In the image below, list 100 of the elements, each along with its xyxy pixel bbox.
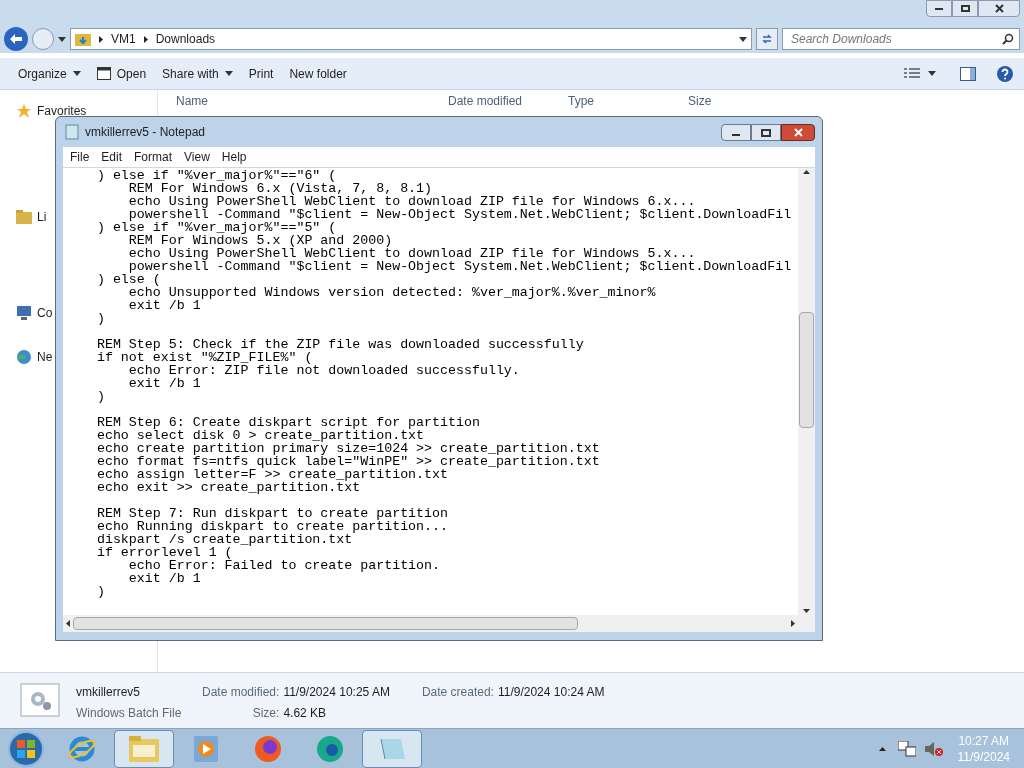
code-line: ) else if "%ver_major%"=="6" ( xyxy=(95,169,337,182)
sidebar-item[interactable]: Favorites xyxy=(37,102,87,120)
code-line: REM For Windows 5.x (XP and 2000) xyxy=(127,234,394,247)
code-line: echo create partition primary size=1024 >> create_partition.txt xyxy=(95,442,601,455)
field-value: 11/9/2024 10:25 AM xyxy=(283,684,390,701)
search-icon xyxy=(1002,33,1014,45)
close-icon xyxy=(793,128,803,137)
start-button[interactable] xyxy=(8,730,44,767)
muted-speaker-icon[interactable] xyxy=(923,740,944,757)
minimize-button[interactable] xyxy=(926,0,952,17)
star-icon xyxy=(16,103,32,119)
field-label: Date modified: xyxy=(202,684,280,701)
code-line: exit /b 1 xyxy=(127,377,202,390)
play-icon xyxy=(193,734,219,763)
code-line: echo Running diskpart to create partition... xyxy=(95,520,449,533)
chevron-icon xyxy=(99,35,103,43)
back-button[interactable] xyxy=(4,27,28,51)
toolbar-button[interactable]: New folder xyxy=(281,61,355,86)
arrow-right-icon[interactable] xyxy=(791,620,795,627)
code-line: powershell -Command "$client = New-Object System.Net.WebClient; $client.DownloadFil xyxy=(128,208,793,221)
taskbar-app[interactable] xyxy=(362,729,422,768)
column-header[interactable]: Date modified xyxy=(438,92,558,110)
window-icon xyxy=(96,67,111,80)
arrow-left-icon xyxy=(10,34,22,44)
file-type: Windows Batch File xyxy=(76,705,183,722)
refresh-button[interactable] xyxy=(756,28,778,50)
search-field[interactable]: Search Downloads xyxy=(782,28,1020,50)
code-line: REM Step 5: Check if the ZIP file was downloaded successfully xyxy=(95,338,585,351)
help-icon[interactable] xyxy=(996,64,1014,83)
caret-icon xyxy=(928,71,936,76)
restore-button[interactable] xyxy=(952,0,978,17)
sidebar-item[interactable]: Co xyxy=(37,304,53,322)
code-line: ) xyxy=(95,390,106,403)
vertical-scrollbar[interactable] xyxy=(798,168,815,615)
scroll-thumb[interactable] xyxy=(799,312,814,428)
sidebar-item[interactable]: Li xyxy=(37,208,47,226)
code-line: REM Step 7: Run diskpart to create partition xyxy=(95,507,449,520)
horizontal-scrollbar[interactable] xyxy=(63,615,798,632)
close-button[interactable] xyxy=(978,0,1020,17)
view-icon[interactable] xyxy=(904,67,920,80)
preview-pane-icon[interactable] xyxy=(960,66,976,81)
caret-icon xyxy=(58,36,66,42)
code-line: diskpart /s create_partition.txt xyxy=(95,533,353,546)
menu-item[interactable]: Edit xyxy=(101,148,123,166)
code-line: REM For Windows 6.x (Vista, 7, 8, 8.1) xyxy=(127,182,433,195)
code-line: ) xyxy=(95,585,106,598)
chevron-icon xyxy=(143,35,148,43)
code-line: echo assign letter=F >> create_partition.txt xyxy=(95,468,448,481)
toolbar-button[interactable]: Open xyxy=(88,61,155,86)
code-line: exit /b 1 xyxy=(127,299,201,312)
column-header[interactable]: Type xyxy=(558,92,678,110)
menu-item[interactable]: View xyxy=(184,148,210,166)
folder-icon xyxy=(75,32,91,46)
toolbar-button[interactable]: Share with xyxy=(154,61,241,86)
code-line: echo Using PowerShell WebClient to download ZIP file for Windows 5.x... xyxy=(127,247,697,260)
code-line: echo select disk 0 > create_partition.txt xyxy=(95,429,425,442)
code-line: echo format fs=ntfs quick label="WinPE" >> create_partition.txt xyxy=(95,455,601,468)
close-icon xyxy=(994,4,1004,13)
windows-logo-icon xyxy=(17,739,35,758)
arrow-down-icon[interactable] xyxy=(803,609,810,613)
menu-item[interactable]: File xyxy=(70,148,90,166)
field-label: Date created: xyxy=(421,684,494,701)
menu-item[interactable]: Help xyxy=(221,148,247,166)
code-line: ) else ( xyxy=(95,273,161,286)
window-title: vmkillerrev5 - Notepad xyxy=(85,124,206,141)
scroll-thumb[interactable] xyxy=(73,617,578,630)
globe-icon xyxy=(16,349,32,365)
field-value: 4.62 KB xyxy=(283,705,328,722)
column-header[interactable]: Size xyxy=(678,92,758,110)
code-line: ) xyxy=(95,312,106,325)
breadcrumb-item[interactable]: VM1 xyxy=(111,30,136,48)
folder-icon xyxy=(16,210,32,224)
breadcrumb-item[interactable]: Downloads xyxy=(155,30,216,48)
caret-up-icon[interactable] xyxy=(878,746,886,751)
code-line: echo Using PowerShell WebClient to download ZIP file for Windows 6.x... xyxy=(127,195,697,208)
close-button[interactable] xyxy=(781,124,815,141)
code-line: echo exit >> create_partition.txt xyxy=(95,481,361,494)
column-header[interactable]: Name xyxy=(158,92,438,110)
toolbar-button[interactable]: Organize xyxy=(10,61,89,86)
toolbar-button[interactable]: Print xyxy=(240,61,282,86)
field-label: Size: xyxy=(251,705,280,722)
computer-icon xyxy=(16,306,32,320)
arrow-left-icon[interactable] xyxy=(66,620,70,627)
minimize-button[interactable] xyxy=(721,124,751,141)
file-name: vmkillerrev5 xyxy=(76,684,141,701)
menu-item[interactable]: Format xyxy=(134,148,173,166)
code-line: if errorlevel 1 ( xyxy=(95,546,233,559)
maximize-button[interactable] xyxy=(751,124,781,141)
caret-icon xyxy=(739,36,747,42)
address-bar[interactable]: VM1 Downloads xyxy=(70,28,752,50)
code-line: echo Error: ZIP file not downloaded successfully. xyxy=(127,364,521,377)
code-line: REM Step 6: Create diskpart script for partition xyxy=(95,416,481,429)
network-icon[interactable] xyxy=(897,740,916,757)
taskbar-app[interactable] xyxy=(114,729,174,768)
field-value: 11/9/2024 10:24 AM xyxy=(497,684,605,701)
sidebar-item[interactable]: Ne xyxy=(37,348,53,366)
code-line: powershell -Command "$client = New-Object System.Net.WebClient; $client.DownloadFil xyxy=(128,260,793,273)
folder-icon xyxy=(128,734,160,763)
arrow-up-icon[interactable] xyxy=(803,170,810,174)
refresh-icon xyxy=(761,33,773,45)
